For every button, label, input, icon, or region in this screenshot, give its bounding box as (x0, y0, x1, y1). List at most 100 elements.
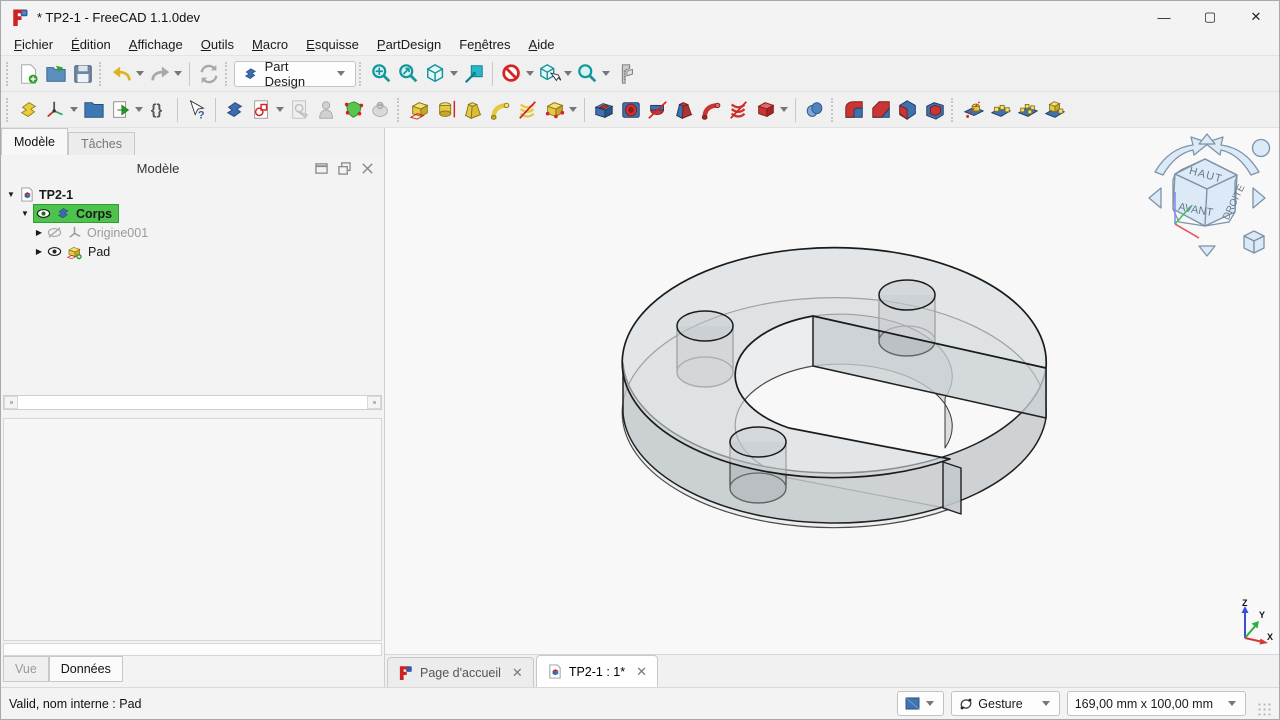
expander-icon[interactable]: ▶ (33, 228, 45, 237)
additive-pipe-button[interactable] (487, 96, 514, 124)
tab-label[interactable]: Page d'accueil (420, 666, 501, 680)
tab-label[interactable]: TP2-1 : 1* (569, 665, 625, 679)
tree-label[interactable]: Pad (88, 245, 110, 259)
polar-pattern-button[interactable] (1014, 96, 1041, 124)
nav-circle[interactable] (1253, 140, 1270, 157)
navigation-style-selector[interactable]: Gesture (951, 691, 1059, 716)
edit-sketch-button[interactable] (286, 96, 313, 124)
nav-right-arrow[interactable] (1253, 188, 1265, 208)
selected-row-highlight[interactable]: Corps (33, 204, 119, 223)
toolbar-grip[interactable] (831, 98, 836, 122)
toolbar-grip[interactable] (397, 98, 402, 122)
groove-button[interactable] (644, 96, 671, 124)
draft-button[interactable] (894, 96, 921, 124)
menu-aide[interactable]: Aide (520, 35, 564, 54)
datum-caret[interactable] (70, 107, 78, 112)
dock-float-icon[interactable] (338, 162, 351, 175)
undo-caret[interactable] (136, 71, 144, 76)
clipping-caret[interactable] (526, 71, 534, 76)
zoom-caret[interactable] (602, 71, 610, 76)
chamfer-button[interactable] (867, 96, 894, 124)
property-editor-panel[interactable] (3, 418, 382, 641)
group-button[interactable] (80, 96, 107, 124)
sync-view-button[interactable] (460, 60, 487, 88)
dock-close-icon[interactable] (361, 162, 374, 175)
tree-label[interactable]: Origine001 (87, 226, 148, 240)
sketch-analysis-button[interactable] (367, 96, 394, 124)
tree-row-origin[interactable]: ▶ Origine001 (5, 223, 384, 242)
navigation-cube[interactable]: HAUT AVANT DROITE (1141, 132, 1273, 264)
toolbar-grip[interactable] (6, 98, 11, 122)
scroll-left-button[interactable] (4, 396, 18, 409)
toolbar-grip[interactable] (6, 62, 11, 86)
menu-affichage[interactable]: Affichage (120, 35, 192, 54)
fit-all-button[interactable] (368, 60, 395, 88)
expander-icon[interactable]: ▼ (5, 190, 17, 199)
create-sketch-button[interactable] (248, 96, 275, 124)
tab-donnees[interactable]: Données (49, 656, 123, 682)
property-scrollbar[interactable] (3, 643, 382, 656)
open-file-button[interactable] (42, 60, 69, 88)
scroll-thumb[interactable] (18, 396, 367, 409)
scroll-right-button[interactable] (367, 396, 381, 409)
link-caret[interactable] (135, 107, 143, 112)
subtractive-loft-button[interactable] (671, 96, 698, 124)
tab-vue[interactable]: Vue (3, 656, 49, 682)
tab-taches[interactable]: Tâches (68, 132, 135, 155)
zoom-button[interactable] (574, 60, 601, 88)
datum-button[interactable] (42, 96, 69, 124)
maximize-button[interactable]: ▢ (1187, 1, 1233, 33)
subtractive-helix-button[interactable] (725, 96, 752, 124)
nav-up-arrow[interactable] (1199, 134, 1215, 144)
clipping-plane-button[interactable] (498, 60, 525, 88)
refresh-button[interactable] (195, 60, 222, 88)
map-sketch-button[interactable] (313, 96, 340, 124)
subtractive-primitive-caret[interactable] (780, 107, 788, 112)
shapebinder-button[interactable] (15, 96, 42, 124)
redo-button[interactable] (146, 60, 173, 88)
close-tab-icon[interactable]: ✕ (636, 664, 647, 680)
whats-this-button[interactable]: ? (183, 96, 210, 124)
3d-viewport[interactable]: HAUT AVANT DROITE Z Y X (385, 128, 1279, 687)
additive-helix-button[interactable] (514, 96, 541, 124)
expander-icon[interactable]: ▼ (19, 209, 31, 218)
close-tab-icon[interactable]: ✕ (512, 665, 523, 681)
boolean-button[interactable] (801, 96, 828, 124)
nav-down-arrow[interactable] (1199, 246, 1215, 256)
toolbar-grip[interactable] (99, 62, 104, 86)
tree-row-pad[interactable]: ▶ Pad (5, 242, 384, 261)
pocket-button[interactable] (590, 96, 617, 124)
pad-button[interactable] (406, 96, 433, 124)
revolution-button[interactable] (433, 96, 460, 124)
expander-icon[interactable]: ▶ (33, 247, 45, 256)
menu-fenetres[interactable]: Fenêtres (450, 35, 519, 54)
new-file-button[interactable] (15, 60, 42, 88)
subtractive-pipe-button[interactable] (698, 96, 725, 124)
dimensions-selector[interactable]: 169,00 mm x 100,00 mm (1067, 691, 1246, 716)
resize-grip[interactable] (1257, 702, 1271, 716)
fit-selection-button[interactable] (395, 60, 422, 88)
menu-macro[interactable]: Macro (243, 35, 297, 54)
thickness-button[interactable] (921, 96, 948, 124)
create-body-button[interactable] (221, 96, 248, 124)
tab-modele[interactable]: Modèle (1, 128, 68, 155)
menu-edition[interactable]: Édition (62, 35, 120, 54)
draw-style-selector[interactable] (897, 691, 944, 716)
tab-page-accueil[interactable]: Page d'accueil ✕ (387, 657, 534, 687)
additive-primitive-button[interactable] (541, 96, 568, 124)
measure-button[interactable] (612, 60, 639, 88)
workbench-selector[interactable]: Part Design (234, 61, 356, 87)
multitransform-button[interactable] (1041, 96, 1068, 124)
link-button[interactable] (107, 96, 134, 124)
redo-caret[interactable] (174, 71, 182, 76)
tree-label[interactable]: Corps (76, 207, 112, 221)
additive-loft-button[interactable] (460, 96, 487, 124)
tree-row-document[interactable]: ▼ TP2-1 (5, 185, 384, 204)
hole-button[interactable] (617, 96, 644, 124)
validate-sketch-button[interactable] (340, 96, 367, 124)
nav-left-arrow[interactable] (1149, 188, 1161, 208)
dock-view-caret[interactable] (564, 71, 572, 76)
toolbar-grip[interactable] (951, 98, 956, 122)
fillet-button[interactable] (840, 96, 867, 124)
close-button[interactable]: ✕ (1233, 1, 1279, 33)
